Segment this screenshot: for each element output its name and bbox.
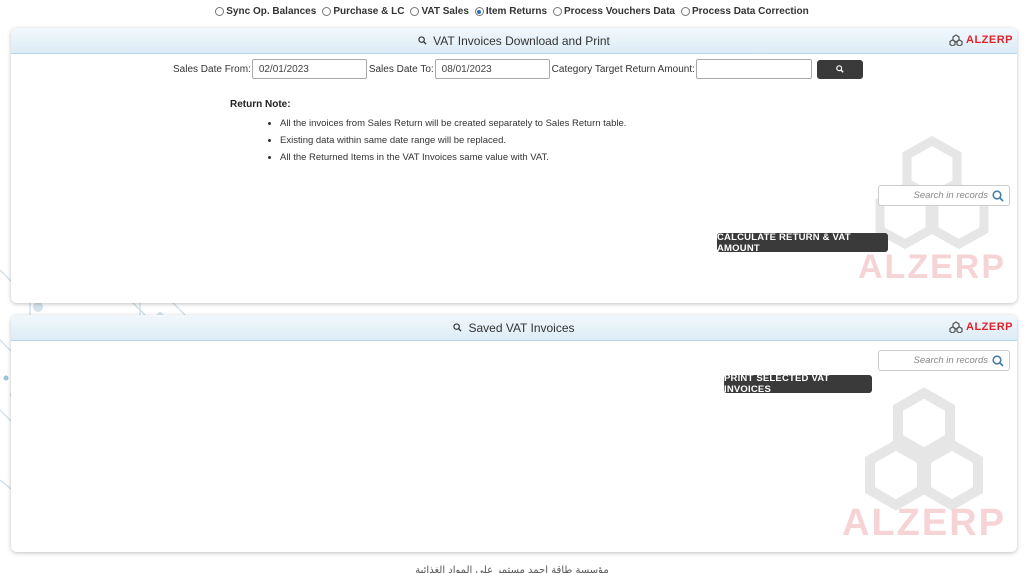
brand-logo: ALZERP	[949, 34, 1013, 46]
return-note-title: Return Note:	[230, 99, 291, 110]
alzerp-watermark-icon: ALZERP	[842, 387, 1006, 544]
radio-item-returns[interactable]: Item Returns	[474, 6, 547, 17]
svg-text:ALZERP: ALZERP	[858, 248, 1006, 286]
filter-row: Sales Date From: Sales Date To: Category…	[173, 59, 863, 79]
radio-circle-icon[interactable]	[553, 7, 563, 16]
sales-date-to-label: Sales Date To:	[368, 63, 434, 75]
brand-name: ALZERP	[966, 321, 1013, 333]
search-icon[interactable]	[992, 355, 1004, 367]
radio-sync-op-balances[interactable]: Sync Op. Balances	[215, 6, 316, 17]
print-selected-vat-invoices-button[interactable]: PRINT SELECTED VAT INVOICES	[724, 373, 872, 395]
radio-circle-icon[interactable]	[681, 7, 690, 16]
sales-date-to-input[interactable]	[434, 59, 550, 79]
list-item: All the Returned Items in the VAT Invoic…	[280, 152, 626, 163]
radio-process-vouchers-data[interactable]: Process Vouchers Data	[553, 6, 675, 17]
radio-circle-icon[interactable]	[215, 7, 225, 16]
sales-date-from-label: Sales Date From:	[173, 63, 251, 75]
search-records-input[interactable]: Search in records	[878, 350, 1010, 371]
list-item: Existing data within same date range wil…	[280, 135, 626, 146]
search-placeholder: Search in records	[913, 190, 988, 201]
panel-header: VAT Invoices Download and Print ALZERP	[11, 28, 1017, 54]
process-type-radio-group: Sync Op. Balances Purchase & LC VAT Sale…	[0, 6, 1024, 17]
list-item: All the invoices from Sales Return will …	[280, 118, 626, 129]
search-button[interactable]	[816, 59, 863, 79]
alzerp-logo-icon	[949, 321, 963, 333]
radio-vat-sales[interactable]: VAT Sales	[410, 6, 469, 17]
panel-title: VAT Invoices Download and Print	[433, 33, 610, 48]
search-icon	[418, 36, 427, 45]
search-records-input[interactable]: Search in records	[878, 185, 1010, 206]
search-placeholder: Search in records	[913, 355, 988, 366]
alzerp-watermark-icon: ALZERP	[858, 135, 1006, 286]
radio-circle-checked-icon[interactable]	[474, 7, 484, 16]
saved-vat-invoices-panel: Saved VAT Invoices ALZERP Search in reco…	[11, 315, 1017, 552]
svg-text:ALZERP: ALZERP	[842, 502, 1006, 544]
return-note-list: All the invoices from Sales Return will …	[230, 118, 626, 163]
panel-header: Saved VAT Invoices ALZERP	[11, 315, 1017, 341]
search-icon	[453, 323, 463, 332]
radio-circle-icon[interactable]	[322, 7, 332, 16]
alzerp-logo-icon	[949, 34, 963, 46]
sales-date-from-input[interactable]	[251, 59, 367, 79]
radio-circle-icon[interactable]	[410, 7, 420, 16]
category-target-label: Category Target Return Amount:	[551, 63, 695, 75]
brand-name: ALZERP	[966, 34, 1013, 46]
category-target-input[interactable]	[695, 59, 812, 79]
radio-purchase-lc[interactable]: Purchase & LC	[322, 6, 404, 17]
return-note: Return Note: All the invoices from Sales…	[230, 99, 626, 169]
radio-process-data-correction[interactable]: Process Data Correction	[681, 6, 809, 17]
search-icon	[836, 65, 844, 73]
search-icon[interactable]	[992, 190, 1004, 202]
footer-text: مؤسسة طاقة احمد مستمر على المواد الغذائي…	[415, 565, 609, 573]
brand-logo: ALZERP	[949, 321, 1013, 333]
vat-invoices-panel: VAT Invoices Download and Print ALZERP S…	[11, 28, 1017, 303]
panel-title: Saved VAT Invoices	[468, 320, 575, 335]
calculate-return-vat-button[interactable]: CALCULATE RETURN & VAT AMOUNT	[717, 232, 888, 254]
